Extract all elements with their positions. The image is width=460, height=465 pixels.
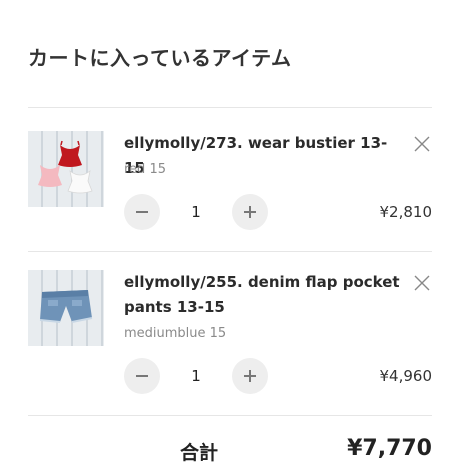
quantity-value: 1 <box>191 367 201 385</box>
decrement-quantity-button[interactable] <box>124 358 160 394</box>
total-value: ¥7,770 <box>347 436 432 461</box>
plus-icon <box>244 370 256 382</box>
bustier-photo-icon <box>38 140 93 194</box>
remove-item-button[interactable] <box>412 134 432 154</box>
product-variant: red 15 <box>124 162 166 177</box>
product-name[interactable]: ellymolly/273. wear bustier 13-15 <box>124 131 406 181</box>
divider <box>28 251 432 252</box>
minus-icon <box>136 375 148 377</box>
total-label: 合計 <box>180 442 219 464</box>
product-thumbnail[interactable] <box>28 270 104 346</box>
increment-quantity-button[interactable] <box>232 358 268 394</box>
divider <box>28 415 432 416</box>
decrement-quantity-button[interactable] <box>124 194 160 230</box>
close-icon <box>414 136 430 152</box>
product-variant: mediumblue 15 <box>124 326 227 341</box>
remove-item-button[interactable] <box>412 273 432 293</box>
divider <box>28 107 432 108</box>
plus-icon <box>244 206 256 218</box>
increment-quantity-button[interactable] <box>232 194 268 230</box>
product-thumbnail[interactable] <box>28 131 104 207</box>
item-price: ¥2,810 <box>379 203 433 221</box>
cart-item: ellymolly/255. denim flap pocket pants 1… <box>28 270 432 400</box>
product-name[interactable]: ellymolly/255. denim flap pocket pants 1… <box>124 270 406 320</box>
quantity-value: 1 <box>191 203 201 221</box>
item-price: ¥4,960 <box>379 367 433 385</box>
minus-icon <box>136 211 148 213</box>
denim-shorts-photo-icon <box>39 290 93 323</box>
cart-item: ellymolly/273. wear bustier 13-15 red 15… <box>28 131 432 231</box>
cart-title: カートに入っているアイテム <box>28 46 292 70</box>
close-icon <box>414 275 430 291</box>
